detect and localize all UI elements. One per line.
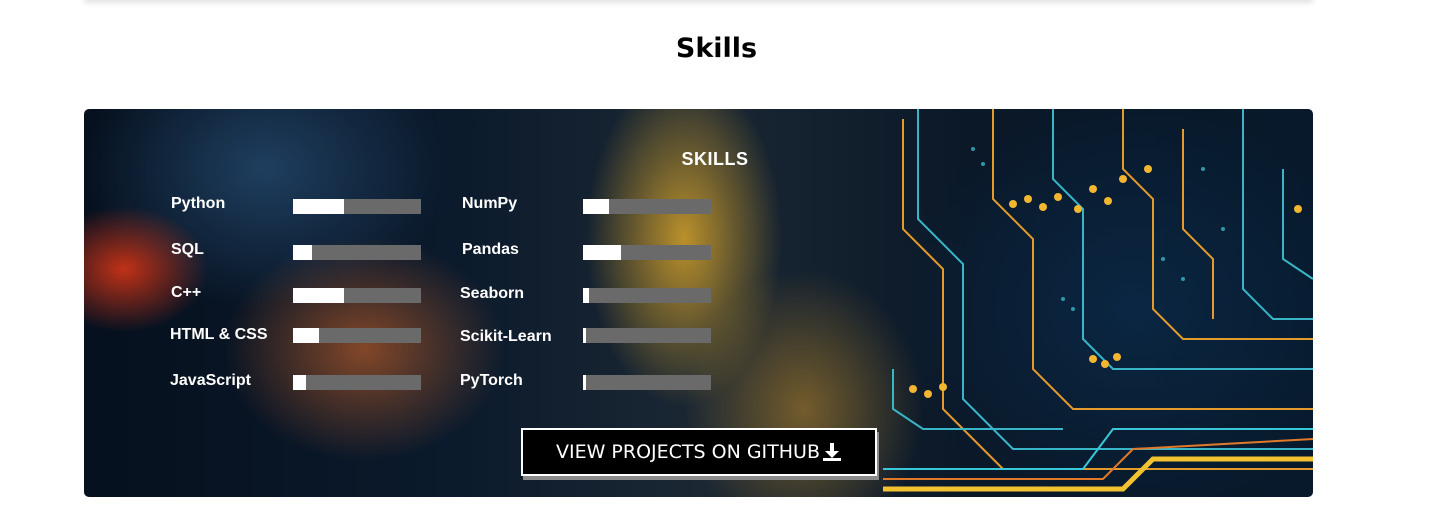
- skill-label-sql: SQL: [171, 241, 204, 258]
- skill-bar-fill: [293, 245, 313, 260]
- skill-bar-fill: [583, 375, 586, 390]
- skill-bar-html-css: [293, 328, 421, 343]
- skill-label-numpy: NumPy: [462, 195, 518, 212]
- banner-heading: SKILLS: [681, 149, 749, 169]
- skill-bar-fill: [583, 328, 586, 343]
- skill-bar-fill: [293, 328, 319, 343]
- skill-label-pytorch: PyTorch: [460, 372, 523, 389]
- skill-label-cpp: C++: [171, 284, 202, 301]
- skill-bar-fill: [583, 245, 622, 260]
- skill-label-html-css: HTML & CSS: [170, 326, 268, 343]
- skill-bar-fill: [293, 199, 345, 214]
- skill-label-seaborn: Seaborn: [460, 285, 525, 302]
- skill-label-scikit-learn: Scikit-Learn: [460, 328, 552, 345]
- skills-banner: SKILLS Python SQL C++ HTML & CSS JavaScr…: [84, 109, 1313, 497]
- skill-bar-fill: [583, 288, 590, 303]
- skill-bar-pandas: [583, 245, 711, 260]
- cta-label: VIEW PROJECTS ON GITHUB: [556, 441, 820, 463]
- skill-label-javascript: JavaScript: [170, 372, 251, 389]
- skill-bar-scikit-learn: [583, 328, 711, 343]
- skill-label-python: Python: [171, 195, 226, 212]
- skill-bar-sql: [293, 245, 421, 260]
- view-projects-github-button[interactable]: VIEW PROJECTS ON GITHUB: [521, 428, 877, 476]
- skill-label-pandas: Pandas: [462, 241, 519, 258]
- skill-bar-fill: [293, 288, 345, 303]
- section-title: Skills: [675, 33, 758, 64]
- skill-bar-python: [293, 199, 421, 214]
- skill-bar-pytorch: [583, 375, 711, 390]
- skill-bar-fill: [293, 375, 306, 390]
- skill-bar-javascript: [293, 375, 421, 390]
- download-icon: [822, 442, 842, 462]
- skill-bar-numpy: [583, 199, 711, 214]
- skill-bar-seaborn: [583, 288, 711, 303]
- skill-bar-cpp: [293, 288, 421, 303]
- skill-bar-fill: [583, 199, 609, 214]
